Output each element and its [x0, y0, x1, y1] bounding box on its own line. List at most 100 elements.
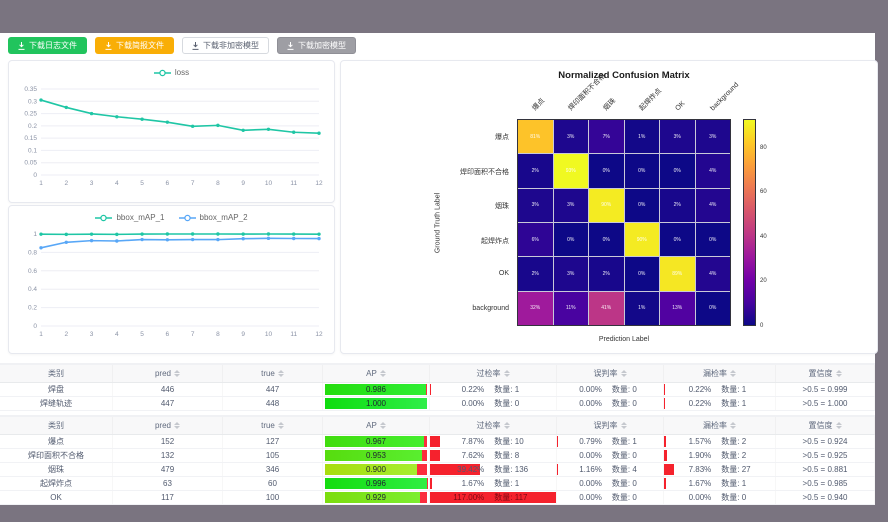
colorbar-tick: 80 [760, 145, 767, 151]
cell-class: 烟珠 [0, 463, 113, 476]
matrix-cell: 89% [660, 257, 695, 290]
matrix-row-label: 焊印面积不合格 [341, 167, 509, 177]
sort-caret-icon[interactable] [278, 422, 284, 429]
legend-item-bbox_mAP_2[interactable]: bbox_mAP_2 [179, 213, 248, 222]
cell-miss-rate: 1.90%数量: 2 [664, 449, 776, 462]
download-report-button[interactable]: 下载简报文件 [95, 37, 174, 54]
download-log-button[interactable]: 下载日志文件 [8, 37, 87, 54]
svg-text:7: 7 [191, 331, 195, 338]
cell-miss-rate-percent: 1.90% [664, 451, 711, 460]
column-header-漏检率[interactable]: 漏检率 [664, 365, 776, 382]
download-plain-model-button[interactable]: 下载非加密模型 [182, 37, 269, 54]
download-encrypted-model-button[interactable]: 下载加密模型 [277, 37, 356, 54]
button-label: 下载加密模型 [298, 42, 346, 50]
column-header-过检率[interactable]: 过检率 [430, 417, 557, 434]
svg-text:0.35: 0.35 [24, 86, 37, 93]
sort-caret-icon[interactable] [504, 422, 510, 429]
chart-legend: bbox_mAP_1 bbox_mAP_2 [9, 206, 334, 224]
cell-pred: 63 [113, 477, 223, 490]
toolbar: 下载日志文件 下载简报文件 下载非加密模型 下载加密模型 [8, 37, 356, 54]
matrix-cell: 0% [660, 154, 695, 187]
matrix-cell: 2% [518, 154, 553, 187]
sort-caret-icon[interactable] [380, 370, 386, 377]
legend-item-bbox_mAP_1[interactable]: bbox_mAP_1 [95, 213, 164, 222]
column-header-误判率[interactable]: 误判率 [557, 417, 664, 434]
metrics-table-1: 类别predtrueAP过检率误判率漏检率置信度焊盘4464470.9860.2… [0, 363, 875, 411]
cell-misjudge-rate-percent: 0.00% [557, 399, 602, 408]
matrix-cell: 3% [554, 120, 589, 153]
svg-text:0.15: 0.15 [24, 135, 37, 142]
cell-true: 60 [223, 477, 323, 490]
column-header-label: AP [366, 421, 377, 430]
sort-caret-icon[interactable] [174, 370, 180, 377]
matrix-row-label: 烟珠 [341, 201, 509, 211]
sort-caret-icon[interactable] [621, 370, 627, 377]
cell-miss-rate: 1.67%数量: 1 [664, 477, 776, 490]
svg-text:0.4: 0.4 [28, 286, 37, 293]
window-frame-top [0, 0, 888, 33]
cell-misjudge-rate-count: 数量: 0 [602, 398, 663, 409]
table-row: 爆点1521270.9677.87%数量: 100.79%数量: 11.57%数… [0, 435, 875, 449]
sort-caret-icon[interactable] [504, 370, 510, 377]
cell-overdetect-rate: 117.00%数量: 117 [430, 491, 557, 504]
cell-overdetect-rate-count: 数量: 1 [484, 384, 556, 395]
line-chart-plot: 00.050.10.150.20.250.30.3512345678910111… [9, 79, 332, 197]
cell-class: 焊盘 [0, 383, 113, 396]
svg-text:4: 4 [115, 180, 119, 187]
column-header-true[interactable]: true [223, 417, 323, 434]
cell-misjudge-rate-count: 数量: 4 [602, 464, 663, 475]
cell-class: 起焊炸点 [0, 477, 113, 490]
column-header-pred[interactable]: pred [113, 417, 223, 434]
cell-overdetect-rate-percent: 7.87% [430, 437, 484, 446]
matrix-col-label: OK [674, 100, 687, 113]
cell-overdetect-rate-percent: 0.00% [430, 399, 484, 408]
sort-caret-icon[interactable] [836, 370, 842, 377]
cell-misjudge-rate: 0.79%数量: 1 [557, 435, 664, 448]
sort-caret-icon[interactable] [174, 422, 180, 429]
column-header-误判率[interactable]: 误判率 [557, 365, 664, 382]
cell-ap: 0.996 [323, 477, 430, 490]
sort-caret-icon[interactable] [836, 422, 842, 429]
column-header-pred[interactable]: pred [113, 365, 223, 382]
svg-text:10: 10 [265, 180, 273, 187]
cell-overdetect-rate-percent: 0.22% [430, 385, 484, 394]
column-header-过检率[interactable]: 过检率 [430, 365, 557, 382]
column-header-AP[interactable]: AP [323, 417, 430, 434]
cell-miss-rate-percent: 0.22% [664, 399, 711, 408]
matrix-cell: 32% [518, 292, 553, 325]
cell-overdetect-rate-count: 数量: 8 [484, 450, 556, 461]
cell-misjudge-rate: 0.00%数量: 0 [557, 449, 664, 462]
matrix-cell: 2% [518, 257, 553, 290]
cell-miss-rate-count: 数量: 1 [711, 398, 775, 409]
cell-overdetect-rate: 7.87%数量: 10 [430, 435, 557, 448]
sort-caret-icon[interactable] [730, 422, 736, 429]
legend-label: bbox_mAP_1 [116, 213, 164, 222]
cell-overdetect-rate-percent: 39.42% [430, 465, 484, 474]
matrix-cell: 13% [660, 292, 695, 325]
cell-confidence: >0.5 = 0.924 [776, 435, 875, 448]
colorbar [743, 119, 756, 326]
matrix-cell: 7% [589, 120, 624, 153]
table-header-row: 类别predtrue AP 过检率误判率漏检率 置信度 [0, 417, 875, 435]
download-icon [105, 42, 112, 50]
metrics-table-2: 类别predtrue AP 过检率误判率漏检率 置信度爆点1521270.9677.8… [0, 415, 875, 505]
matrix-col-label: background [709, 81, 741, 113]
matrix-cell: 93% [554, 154, 589, 187]
colorbar-tick: 20 [760, 278, 767, 284]
column-header-类别: 类别 [0, 417, 113, 434]
matrix-cell: 0% [696, 223, 731, 256]
sort-caret-icon[interactable] [621, 422, 627, 429]
column-header-置信度[interactable]: 置信度 [776, 417, 875, 434]
sort-caret-icon[interactable] [730, 370, 736, 377]
legend-item-loss[interactable]: loss [154, 68, 189, 77]
sort-caret-icon[interactable] [278, 370, 284, 377]
column-header-AP[interactable]: AP [323, 365, 430, 382]
column-header-漏检率[interactable]: 漏检率 [664, 417, 776, 434]
sort-caret-icon[interactable] [380, 422, 386, 429]
svg-text:5: 5 [140, 331, 144, 338]
column-header-true[interactable]: true [223, 365, 323, 382]
bbox-map-chart-card: bbox_mAP_1bbox_mAP_200.20.40.60.81123456… [8, 205, 335, 354]
cell-overdetect-rate-percent: 1.67% [430, 479, 484, 488]
column-header-置信度[interactable]: 置信度 [776, 365, 875, 382]
column-header-label: 置信度 [809, 420, 833, 431]
